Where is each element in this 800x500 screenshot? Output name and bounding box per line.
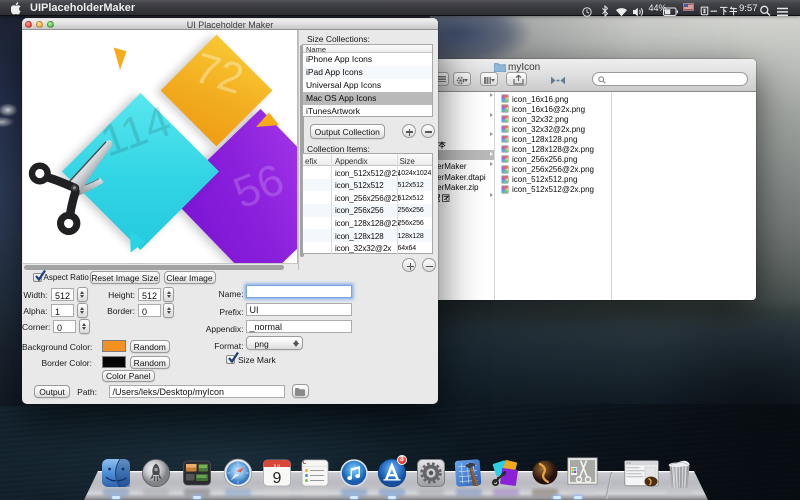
svg-text:9: 9 bbox=[273, 470, 282, 487]
